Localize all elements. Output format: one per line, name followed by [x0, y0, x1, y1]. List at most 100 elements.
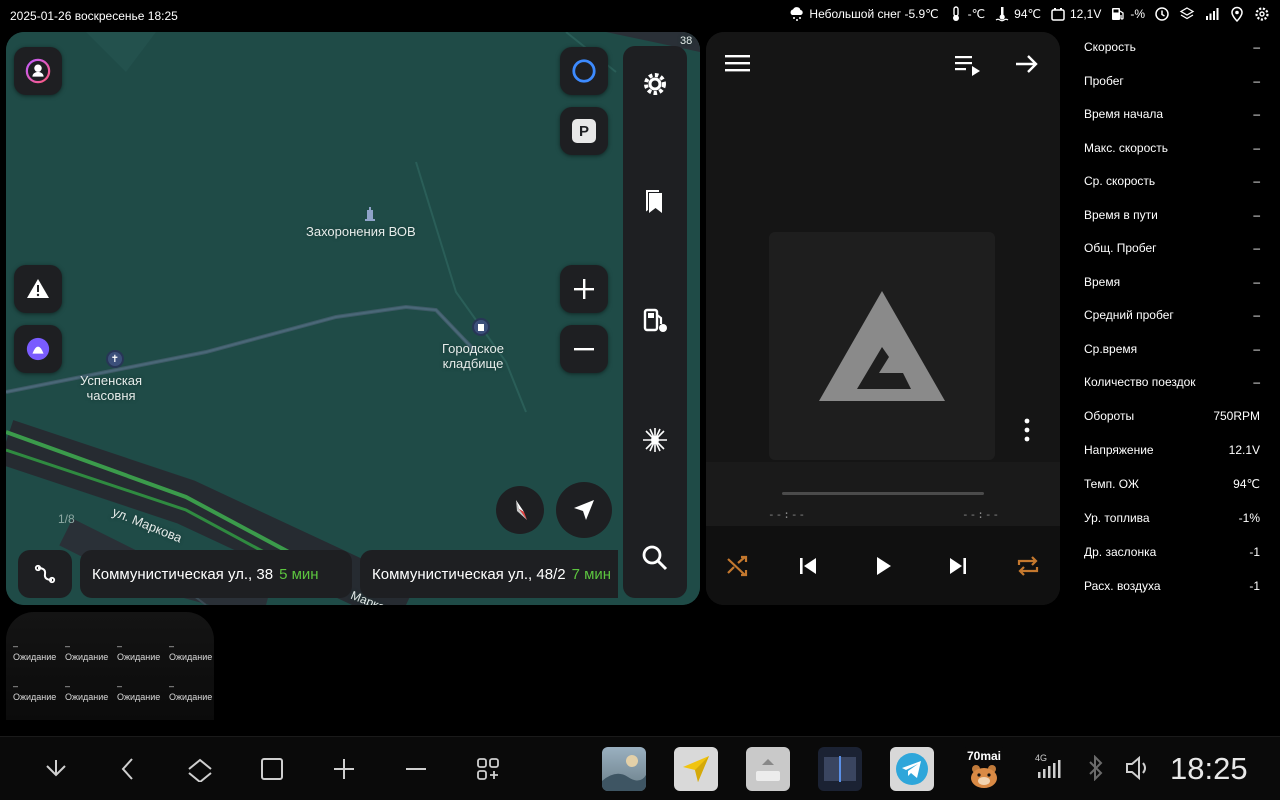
settings-gear-icon[interactable]	[1254, 6, 1270, 22]
previous-track-button[interactable]	[788, 546, 828, 586]
stat-value: -1	[1249, 578, 1260, 593]
widget-cell-status: Ожидание	[117, 652, 161, 662]
app-telegram[interactable]	[890, 747, 934, 791]
gallery-app-icon	[602, 747, 646, 791]
fuel-text: -%	[1130, 7, 1145, 21]
memorial-poi-icon[interactable]	[361, 205, 379, 223]
app-70mai-label: 70mai	[966, 749, 1002, 763]
cemetery-poi-icon[interactable]	[472, 318, 490, 336]
weather-status: Небольшой снег -5.9℃	[789, 6, 939, 22]
menu-hamburger-icon[interactable]	[724, 52, 752, 81]
cemetery-label-text: Городское кладбище	[442, 341, 504, 371]
alice-assistant-button[interactable]	[14, 325, 62, 373]
widget-cell-dash: –	[169, 681, 175, 691]
battery-icon	[1050, 6, 1066, 22]
widget-cell-status: Ожидание	[13, 652, 57, 662]
volume-icon[interactable]	[1124, 755, 1154, 786]
navigation-map[interactable]: 38 Захоронения ВОВ Городское кладбище ✝ …	[6, 32, 700, 605]
zoom-out-button[interactable]	[560, 325, 608, 373]
route-overview-icon[interactable]	[639, 424, 671, 456]
minus-icon	[403, 756, 429, 782]
search-icon[interactable]	[639, 542, 671, 574]
gas-station-icon[interactable]	[639, 304, 671, 336]
stat-row: Макс. скорость –	[1084, 141, 1260, 175]
stat-label: Время начала	[1084, 107, 1164, 121]
stat-row: Ур. топлива -1%	[1084, 511, 1260, 545]
map-settings-gear-icon[interactable]	[639, 68, 671, 100]
app-file-manager[interactable]	[746, 747, 790, 791]
stat-label: Пробег	[1084, 73, 1124, 88]
stat-value: 12.1V	[1228, 442, 1260, 457]
stat-value: –	[1253, 107, 1260, 121]
route-suggestion-1[interactable]: Коммунистическая ул., 38 5 мин	[80, 550, 352, 598]
skip-next-icon	[947, 555, 969, 577]
report-incident-button[interactable]	[14, 265, 62, 313]
widget-cell-status: Ожидание	[169, 692, 213, 702]
road-number-label: 38	[680, 35, 693, 47]
repeat-icon	[1015, 553, 1041, 579]
parking-button[interactable]: P	[560, 107, 608, 155]
stat-value: –	[1253, 73, 1260, 88]
volume-up-button[interactable]	[328, 753, 360, 785]
telegram-icon	[894, 751, 930, 787]
signal-icon	[1204, 6, 1220, 22]
layers-icon[interactable]	[1179, 6, 1195, 22]
app-70mai-dashcam[interactable]: 70mai	[962, 747, 1006, 791]
zoom-in-button[interactable]	[560, 265, 608, 313]
home-button[interactable]	[184, 753, 216, 785]
app-logo-icon	[819, 291, 945, 401]
alice-icon	[25, 336, 51, 362]
stat-label: Расх. воздуха	[1084, 578, 1161, 593]
volume-down-button[interactable]	[400, 753, 432, 785]
app-yandex-navigator[interactable]	[674, 747, 718, 791]
stat-row: Количество поездок –	[1084, 375, 1260, 409]
home-diamond-icon	[187, 756, 213, 782]
stat-value: –	[1253, 274, 1260, 289]
stat-value: –	[1253, 40, 1260, 54]
bluetooth-icon[interactable]	[1086, 754, 1106, 786]
fuel-status: -%	[1110, 6, 1145, 22]
widget-cell: – Ожидание	[65, 682, 117, 703]
stat-value: -1	[1249, 544, 1260, 559]
app-gallery[interactable]	[602, 747, 646, 791]
stat-label: Ср. скорость	[1084, 174, 1156, 188]
next-track-button[interactable]	[938, 546, 978, 586]
history-icon[interactable]	[1154, 6, 1170, 22]
widget-cell-status: Ожидание	[169, 652, 213, 662]
collapse-button[interactable]	[40, 753, 72, 785]
playlist-icon[interactable]	[954, 52, 982, 81]
more-options-icon[interactable]	[1022, 418, 1032, 447]
warning-icon	[25, 276, 51, 302]
outside-temp-text: -℃	[967, 7, 986, 21]
voice-search-button[interactable]	[560, 47, 608, 95]
apps-button[interactable]	[472, 753, 504, 785]
app-split-screen[interactable]	[818, 747, 862, 791]
repeat-button[interactable]	[1008, 546, 1048, 586]
shuffle-button[interactable]	[718, 546, 758, 586]
widget-cell-dash: –	[65, 641, 71, 651]
forward-arrow-icon[interactable]	[1014, 52, 1040, 81]
back-button[interactable]	[112, 753, 144, 785]
seek-bar[interactable]	[782, 492, 984, 495]
compass-button[interactable]	[496, 486, 544, 534]
route-suggestion-2[interactable]: Коммунистическая ул., 48/2 7 мин	[360, 550, 618, 598]
recents-button[interactable]	[256, 753, 288, 785]
thermometer-icon	[948, 6, 964, 22]
status-bar: 2025-01-26 воскресенье 18:25 Небольшой с…	[0, 0, 1280, 32]
stat-label: Темп. ОЖ	[1084, 476, 1139, 491]
plus-icon	[331, 756, 357, 782]
widget-cell: – Ожидание	[65, 641, 117, 663]
profile-button[interactable]	[14, 47, 62, 95]
play-button[interactable]	[863, 546, 903, 586]
route-address: Коммунистическая ул., 48/2	[372, 565, 566, 583]
chapel-poi-icon[interactable]: ✝	[106, 350, 124, 368]
widget-cell-status: Ожидание	[65, 652, 109, 662]
route-time: 7 мин	[571, 565, 612, 583]
bookmarks-icon[interactable]	[639, 186, 671, 218]
profile-avatar-icon	[25, 58, 51, 84]
route-options-button[interactable]	[18, 550, 72, 598]
stat-row: Общ. Пробег –	[1084, 241, 1260, 275]
status-widget[interactable]: – Ожидание – Ожидание – Ожидание – Ожидание …	[6, 612, 214, 720]
skip-previous-icon	[797, 555, 819, 577]
my-location-button[interactable]	[556, 482, 612, 538]
